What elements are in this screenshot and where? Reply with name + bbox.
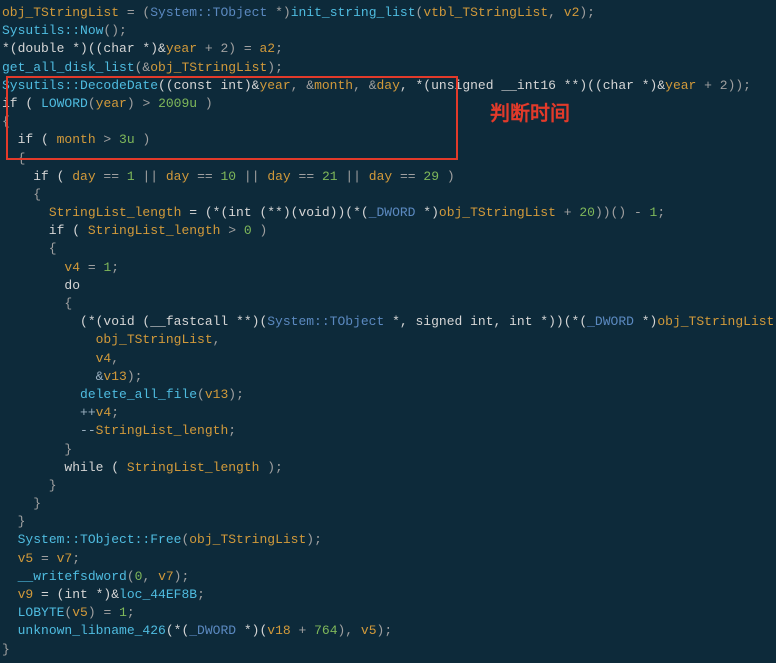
code-line[interactable]: { [2, 240, 774, 258]
code-line[interactable]: get_all_disk_list(&obj_TStringList); [2, 59, 774, 77]
code-line[interactable]: do [2, 277, 774, 295]
code-line[interactable]: v5 = v7; [2, 550, 774, 568]
code-line[interactable]: v4 = 1; [2, 259, 774, 277]
code-line[interactable]: { [2, 295, 774, 313]
code-line[interactable]: (*(void (__fastcall **)(System::TObject … [2, 313, 774, 331]
code-line[interactable]: obj_TStringList = (System::TObject *)ini… [2, 4, 774, 22]
code-line[interactable]: v4, [2, 350, 774, 368]
code-line[interactable]: Sysutils::Now(); [2, 22, 774, 40]
code-line[interactable]: } [2, 641, 774, 659]
code-line[interactable]: if ( day == 1 || day == 10 || day == 21 … [2, 168, 774, 186]
code-line[interactable]: } [2, 477, 774, 495]
code-line[interactable]: --StringList_length; [2, 422, 774, 440]
code-line[interactable]: } [2, 495, 774, 513]
code-line[interactable]: if ( month > 3u ) [2, 131, 774, 149]
code-line[interactable]: } [2, 513, 774, 531]
code-pane: obj_TStringList = (System::TObject *)ini… [0, 0, 776, 663]
code-line[interactable]: System::TObject::Free(obj_TStringList); [2, 531, 774, 549]
code-line[interactable]: Sysutils::DecodeDate((const int)&year, &… [2, 77, 774, 95]
code-line[interactable]: *(double *)((char *)&year + 2) = a2; [2, 40, 774, 58]
code-line[interactable]: &v13); [2, 368, 774, 386]
code-line[interactable]: { [2, 186, 774, 204]
code-line[interactable]: } [2, 441, 774, 459]
code-line[interactable]: __writefsdword(0, v7); [2, 568, 774, 586]
code-line[interactable]: while ( StringList_length ); [2, 459, 774, 477]
code-line[interactable]: { [2, 150, 774, 168]
code-line[interactable]: StringList_length = (*(int (**)(void))(*… [2, 204, 774, 222]
code-line[interactable]: v9 = (int *)&loc_44EF8B; [2, 586, 774, 604]
code-line[interactable]: { [2, 113, 774, 131]
code-line[interactable]: unknown_libname_426(*(_DWORD *)(v18 + 76… [2, 622, 774, 640]
code-line[interactable]: LOBYTE(v5) = 1; [2, 604, 774, 622]
code-line[interactable]: ++v4; [2, 404, 774, 422]
code-line[interactable]: if ( LOWORD(year) > 2009u ) [2, 95, 774, 113]
code-line[interactable]: delete_all_file(v13); [2, 386, 774, 404]
code-line[interactable]: if ( StringList_length > 0 ) [2, 222, 774, 240]
code-line[interactable]: obj_TStringList, [2, 331, 774, 349]
